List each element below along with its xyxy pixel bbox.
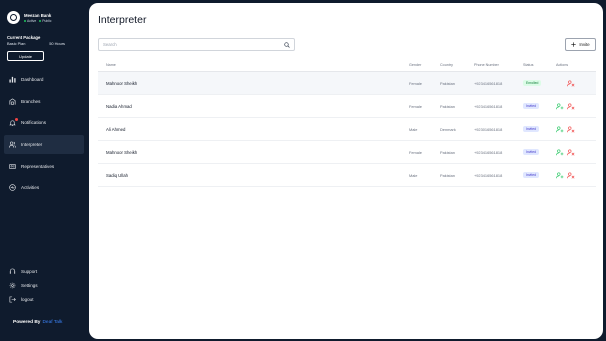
status-badge: Invited	[523, 126, 539, 132]
nav-label: Notifications	[21, 120, 47, 125]
remove-user-icon[interactable]	[567, 126, 575, 133]
cell-phone: +923016561818	[474, 126, 503, 132]
cell-name: Ali Ahmed	[106, 126, 126, 132]
cell-phone: +923416561818	[474, 149, 503, 155]
invite-button[interactable]: Invite	[565, 38, 596, 51]
dashboard-icon	[9, 76, 16, 83]
cell-gender: Female	[409, 103, 422, 109]
col-actions: Actions	[556, 62, 569, 67]
nav-label: Representatives	[21, 164, 55, 169]
cell-country: Pakistan	[440, 172, 455, 178]
cell-gender: Female	[409, 80, 422, 86]
representatives-icon	[9, 164, 16, 169]
nav-label: Interpreter	[21, 142, 43, 147]
nav-label: logout	[21, 297, 34, 302]
org-header: Meezan Bank Active Public	[7, 11, 51, 24]
nav-item-representatives[interactable]: Representatives	[4, 157, 84, 176]
add-user-icon[interactable]	[556, 103, 564, 110]
remove-user-icon[interactable]	[567, 103, 575, 110]
nav-item-logout[interactable]: logout	[4, 290, 84, 309]
status-badge: Invited	[523, 149, 539, 155]
table-row[interactable]: Ali Ahmed Male Denmark +923016561818 Inv…	[98, 118, 596, 141]
nav-label: Dashboard	[21, 77, 44, 82]
nav-item-branches[interactable]: Branches	[4, 92, 84, 111]
col-gender: Gender	[409, 62, 422, 67]
nav-label: Activities	[21, 185, 40, 190]
cell-country: Pakistan	[440, 149, 455, 155]
add-user-icon[interactable]	[556, 149, 564, 156]
package-plan: Basic Plan	[7, 41, 26, 46]
table-header: Name Gender Country Phone Number Status …	[98, 58, 596, 72]
nav-label: Settings	[21, 283, 38, 288]
nav-label: Branches	[21, 99, 41, 104]
col-phone: Phone Number	[474, 62, 499, 67]
logout-icon	[9, 296, 16, 303]
update-button[interactable]: Update	[7, 51, 44, 61]
cell-country: Denmark	[440, 126, 456, 132]
page-title: Interpreter	[98, 14, 147, 26]
interpreter-table: Name Gender Country Phone Number Status …	[98, 58, 596, 187]
org-tag-active: Active	[24, 19, 36, 23]
powered-by-label: Powered By	[13, 320, 41, 325]
status-badge: Invited	[523, 103, 539, 109]
cell-name: Mahnoor Sheikh	[106, 149, 138, 155]
nav-item-interpreter[interactable]: Interpreter	[4, 135, 84, 154]
org-logo	[7, 11, 20, 24]
nav-label: Support	[21, 269, 38, 274]
package-info: Basic Plan 50 Hours	[7, 41, 65, 46]
status-badge: Invited	[523, 172, 539, 178]
cell-phone: +923416561818	[474, 103, 503, 109]
add-user-icon[interactable]	[556, 172, 564, 179]
cell-country: Pakistan	[440, 103, 455, 109]
remove-user-icon[interactable]	[567, 172, 575, 179]
search-icon[interactable]	[284, 41, 290, 48]
remove-user-icon[interactable]	[567, 80, 575, 87]
nav-item-notifications[interactable]: Notifications	[4, 113, 84, 132]
plus-icon	[571, 42, 577, 47]
search-box	[98, 38, 295, 51]
branches-icon	[9, 98, 16, 105]
users-icon	[9, 141, 16, 148]
activity-icon	[9, 184, 16, 191]
cell-name: Mahnoor Sheikh	[106, 80, 138, 86]
cell-country: Pakistan	[440, 80, 455, 86]
table-row[interactable]: Mahnoor Sheikh Female Pakistan +92341656…	[98, 72, 596, 95]
cell-gender: Male	[409, 172, 418, 178]
notification-badge	[15, 118, 18, 121]
search-input[interactable]	[103, 42, 273, 47]
invite-label: Invite	[579, 42, 590, 47]
cell-name: Nadia Ahmad	[106, 103, 132, 109]
table-row[interactable]: Nadia Ahmad Female Pakistan +92341656181…	[98, 95, 596, 118]
package-hours: 50 Hours	[49, 41, 65, 46]
brand-logo: Deaf Talk	[42, 320, 63, 325]
col-country: Country	[440, 62, 453, 67]
package-title: Current Package	[7, 35, 41, 40]
main-panel: Interpreter Invite Name Gender Country P…	[89, 3, 603, 339]
cell-gender: Male	[409, 126, 418, 132]
cell-phone: +923416561818	[474, 172, 503, 178]
cell-name: Sadiq Ullah	[106, 172, 128, 178]
cell-gender: Female	[409, 149, 422, 155]
table-row[interactable]: Sadiq Ullah Male Pakistan +923416561818 …	[98, 164, 596, 187]
cell-phone: +923416561818	[474, 80, 503, 86]
col-status: Status	[523, 62, 534, 67]
support-icon	[9, 268, 16, 274]
add-user-icon[interactable]	[556, 126, 564, 133]
powered-by: Powered By Deaf Talk	[13, 320, 62, 325]
status-badge: Enrolled	[523, 80, 542, 86]
sidebar: Meezan Bank Active Public Current Packag…	[0, 0, 89, 341]
nav-item-dashboard[interactable]: Dashboard	[4, 70, 84, 89]
gear-icon	[9, 282, 16, 289]
col-name: Name	[106, 62, 116, 67]
org-tag-public: Public	[39, 19, 51, 23]
remove-user-icon[interactable]	[567, 149, 575, 156]
nav-item-activities[interactable]: Activities	[4, 178, 84, 197]
table-row[interactable]: Mahnoor Sheikh Female Pakistan +92341656…	[98, 141, 596, 164]
